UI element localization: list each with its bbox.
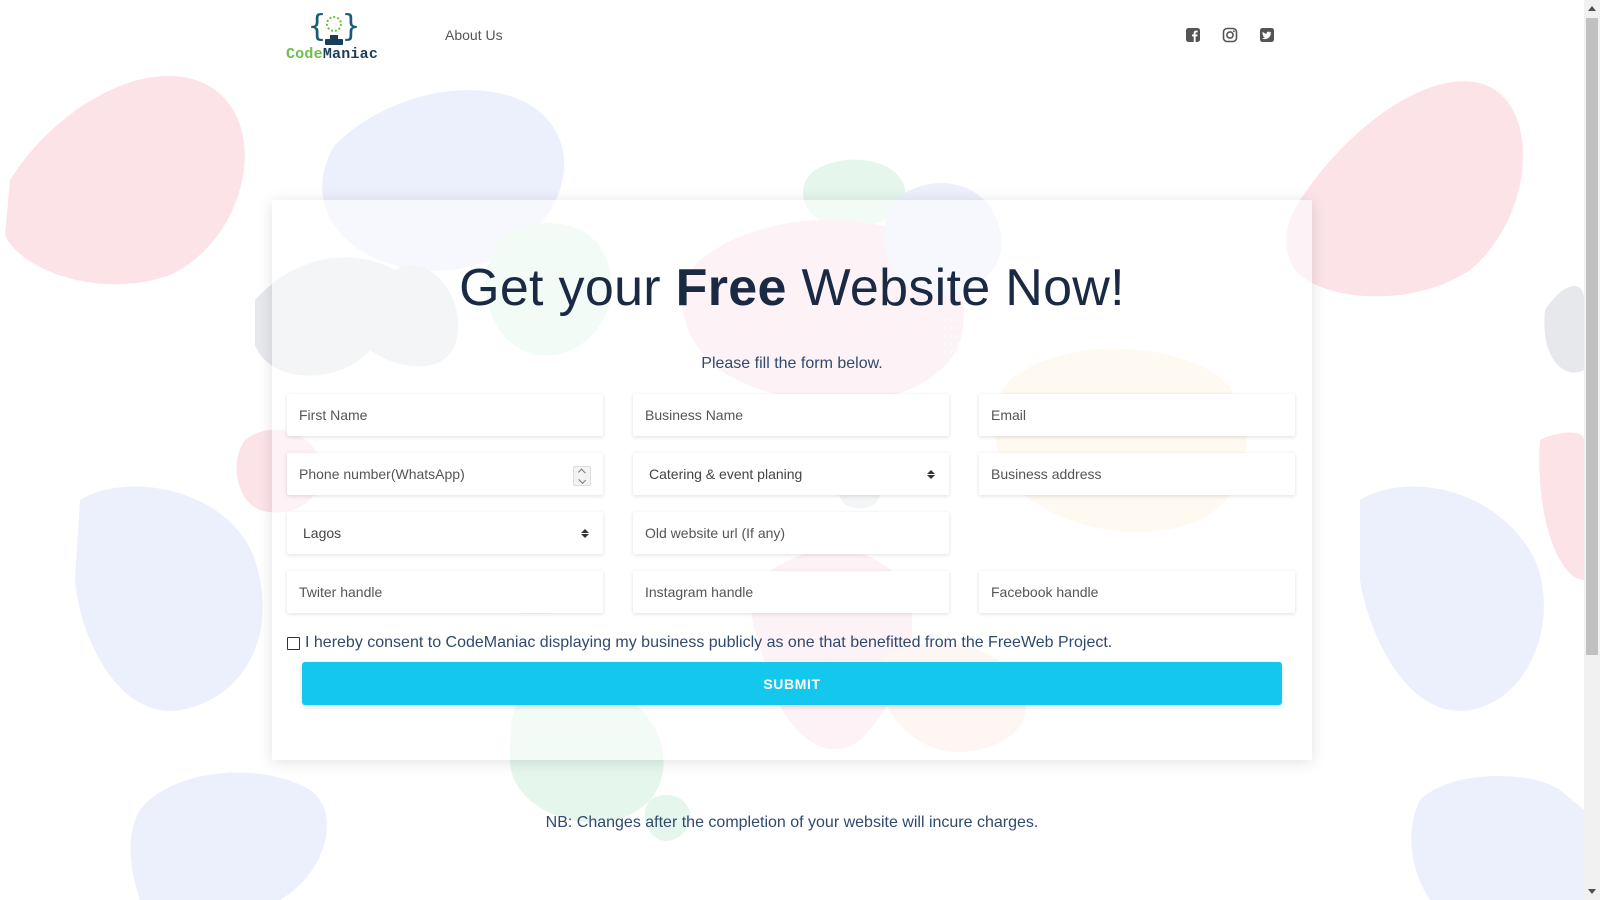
form-subtitle: Please fill the form below. (701, 355, 883, 372)
charges-note: NB: Changes after the completion of your… (545, 814, 1039, 831)
twitter-handle-input[interactable] (287, 571, 603, 613)
instagram-handle-input[interactable] (633, 571, 949, 613)
number-spinner[interactable] (573, 466, 591, 486)
consent-row[interactable]: I hereby consent to CodeManiac displayin… (287, 634, 1112, 652)
scroll-down-icon[interactable] (1588, 889, 1596, 894)
old-website-url-input[interactable] (633, 512, 949, 554)
business-address-input[interactable] (979, 453, 1295, 495)
consent-checkbox[interactable] (287, 636, 300, 650)
site-header: { } CodeManiac About Us (0, 0, 1584, 80)
twitter-icon[interactable] (1259, 27, 1275, 43)
svg-text:}: } (342, 10, 360, 44)
consent-label: I hereby consent to CodeManiac displayin… (305, 634, 1113, 651)
select-caret-icon (927, 469, 935, 479)
business-category-value: Catering & event planing (649, 466, 803, 482)
scroll-up-icon[interactable] (1588, 6, 1596, 11)
page-scrollbar[interactable] (1584, 0, 1600, 900)
social-links (1185, 27, 1275, 43)
facebook-icon[interactable] (1185, 27, 1201, 43)
state-value: Lagos (303, 525, 342, 541)
title-prefix: Get your (459, 259, 676, 317)
logo-wordmark: CodeManiac (286, 46, 378, 63)
spinner-down-icon (578, 476, 586, 484)
phone-field (287, 453, 603, 495)
business-category-select[interactable]: Catering & event planing (633, 453, 949, 495)
logo-icon: { } (308, 10, 360, 45)
state-select[interactable]: Lagos (287, 512, 603, 554)
submit-button[interactable]: SUBMIT (302, 662, 1282, 705)
spinner-up-icon (578, 468, 586, 476)
select-caret-icon (581, 528, 589, 538)
page-title: Get your Free Website Now! (272, 258, 1312, 318)
free-website-form: Get your Free Website Now! Please fill t… (272, 200, 1312, 760)
title-emphasis: Free (675, 259, 787, 317)
facebook-handle-input[interactable] (979, 571, 1295, 613)
codemaniac-logo[interactable]: { } CodeManiac (284, 8, 384, 66)
title-suffix: Website Now! (786, 259, 1125, 317)
logo-text-code: Code (286, 46, 323, 63)
email-input[interactable] (979, 394, 1295, 436)
nav-about-us-link[interactable]: About Us (445, 27, 503, 43)
first-name-input[interactable] (287, 394, 603, 436)
scrollbar-thumb[interactable] (1586, 18, 1598, 655)
logo-text-maniac: Maniac (322, 46, 379, 63)
phone-number-input[interactable] (287, 453, 603, 495)
business-name-input[interactable] (633, 394, 949, 436)
svg-text:{: { (308, 10, 326, 44)
instagram-icon[interactable] (1222, 27, 1238, 43)
